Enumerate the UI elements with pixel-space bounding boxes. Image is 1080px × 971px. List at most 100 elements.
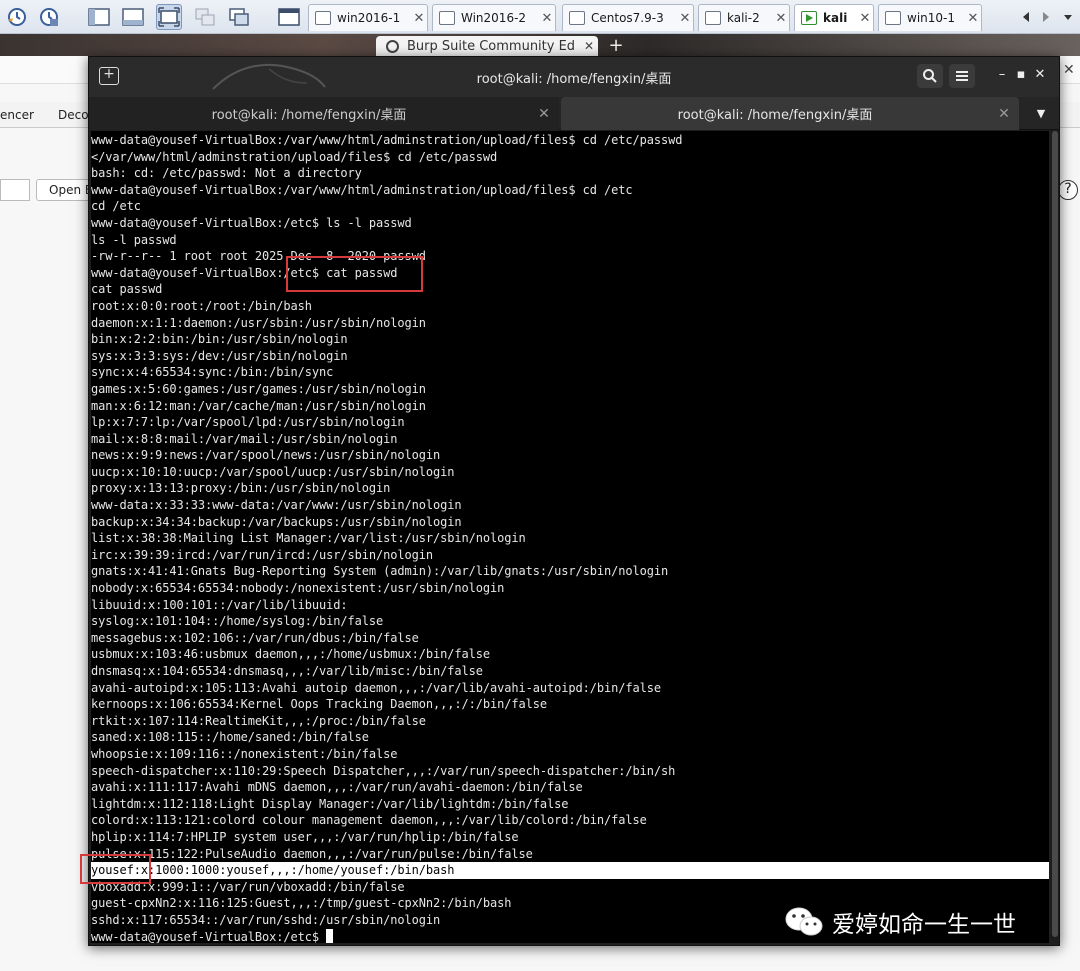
browser-tab-title: Burp Suite Community Ed <box>407 38 576 54</box>
vm-toolbar: win2016-1 ✕ Win2016-2 ✕ Centos7.9-3 ✕ ka… <box>0 0 1080 34</box>
terminal-line: ls -l passwd <box>91 232 177 247</box>
minimize-icon[interactable]: – <box>995 67 1009 85</box>
close-icon[interactable]: ✕ <box>411 11 427 26</box>
sidebar-toggle-icon[interactable] <box>86 4 112 30</box>
fullscreen-icon[interactable] <box>156 4 182 30</box>
terminal-line: irc:x:39:39:ircd:/var/run/ircd:/usr/sbin… <box>91 547 433 562</box>
vm-tab-label: Win2016-2 <box>461 11 527 25</box>
close-icon[interactable]: ✕ <box>529 106 559 122</box>
new-tab-button[interactable]: + <box>606 36 626 56</box>
terminal-line: syslog:x:101:104::/home/syslog:/bin/fals… <box>91 614 384 629</box>
terminal-line: list:x:38:38:Mailing List Manager:/var/l… <box>91 531 526 546</box>
close-icon[interactable]: ✕ <box>539 11 555 26</box>
terminal-line: games:x:5:60:games:/usr/games:/usr/sbin/… <box>91 381 426 396</box>
terminal-tabbar: root@kali: /home/fengxin/桌面 ✕ root@kali:… <box>89 97 1059 130</box>
annotation-box-cat-passwd <box>286 256 423 292</box>
terminal-line: whoopsie:x:109:116::/nonexistent:/bin/fa… <box>91 746 398 761</box>
vm-running-icon <box>801 11 817 25</box>
terminal-line: hplip:x:114:7:HPLIP system user,,,:/var/… <box>91 829 519 844</box>
terminal-line: www-data@yousef-VirtualBox:/etc$ cat pas… <box>91 265 398 280</box>
close-icon[interactable]: ✕ <box>677 11 693 26</box>
terminal-line: sys:x:3:3:sys:/dev:/usr/sbin/nologin <box>91 348 348 363</box>
terminal-line: bash: cd: /etc/passwd: Not a directory <box>91 166 362 181</box>
vm-tab-centos[interactable]: Centos7.9-3 ✕ <box>562 4 694 31</box>
close-icon[interactable]: ✕ <box>580 39 598 53</box>
terminal-line: bin:x:2:2:bin:/bin:/usr/sbin/nologin <box>91 332 348 347</box>
terminal-line: lightdm:x:112:118:Light Display Manager:… <box>91 796 569 811</box>
close-icon[interactable]: ✕ <box>857 11 873 26</box>
terminal-line: mail:x:8:8:mail:/var/mail:/usr/sbin/nolo… <box>91 431 398 446</box>
console-view-icon[interactable] <box>226 4 252 30</box>
terminal-line: proxy:x:13:13:proxy:/bin:/usr/sbin/nolog… <box>91 481 391 496</box>
maximize-icon[interactable]: ▪ <box>1014 67 1028 85</box>
terminal-tab-2[interactable]: root@kali: /home/fengxin/桌面 ✕ <box>561 97 1019 130</box>
terminal-line: avahi-autoipd:x:105:113:Avahi autoip dae… <box>91 680 661 695</box>
terminal-line: sync:x:4:65534:sync:/bin:/bin/sync <box>91 365 334 380</box>
terminal-line: www-data@yousef-VirtualBox:/etc$ ls -l p… <box>91 215 412 230</box>
hamburger-menu-icon[interactable] <box>949 64 975 88</box>
terminal-line: news:x:9:9:news:/var/spool/news:/usr/sbi… <box>91 448 441 463</box>
terminal-window: + root@kali: /home/fengxin/桌面 – ▪ ✕ root… <box>88 56 1060 946</box>
burp-text-input[interactable] <box>0 179 30 201</box>
thumbnail-bar-icon[interactable] <box>120 4 146 30</box>
terminal-line: avahi:x:111:117:Avahi mDNS daemon,,,:/va… <box>91 780 583 795</box>
vm-tab-label: kali <box>823 11 848 25</box>
terminal-line: uucp:x:10:10:uucp:/var/spool/uucp:/usr/s… <box>91 464 455 479</box>
tab-list-dropdown-icon[interactable]: ▼ <box>1033 107 1049 121</box>
watermark-text: 爱婷如命一生一世 <box>832 912 1016 938</box>
terminal-scrollbar[interactable] <box>1051 131 1059 943</box>
close-icon[interactable]: ✕ <box>989 106 1019 122</box>
search-icon[interactable] <box>917 64 943 88</box>
terminal-output[interactable]: www-data@yousef-VirtualBox:/var/www/html… <box>91 131 1049 943</box>
close-icon[interactable]: ✕ <box>1033 67 1047 85</box>
vm-tab-label: win2016-1 <box>337 11 401 25</box>
globe-icon <box>386 39 399 53</box>
scroll-left-icon[interactable] <box>1018 4 1034 30</box>
snapshot-manager-icon[interactable] <box>36 4 62 30</box>
terminal-line: messagebus:x:102:106::/var/run/dbus:/bin… <box>91 630 419 645</box>
wechat-icon <box>785 907 823 936</box>
snapshot-revert-icon[interactable] <box>4 4 30 30</box>
vm-tab-label: Centos7.9-3 <box>591 11 664 25</box>
scrollbar-thumb[interactable] <box>1052 131 1058 937</box>
vm-icon <box>569 11 585 25</box>
vm-tab-kali[interactable]: kali ✕ <box>794 4 874 31</box>
tab-decoder[interactable]: Deco <box>58 108 89 122</box>
library-icon[interactable] <box>276 4 302 30</box>
close-icon[interactable]: ✕ <box>1063 62 1075 78</box>
help-icon[interactable]: ? <box>1058 180 1078 200</box>
close-icon[interactable]: ✕ <box>773 11 789 26</box>
terminal-cursor <box>326 928 334 943</box>
close-icon[interactable]: ✕ <box>965 11 981 26</box>
terminal-line: usbmux:x:103:46:usbmux daemon,,,:/home/u… <box>91 647 490 662</box>
terminal-line: man:x:6:12:man:/var/cache/man:/usr/sbin/… <box>91 398 426 413</box>
terminal-line: www-data@yousef-VirtualBox:/var/www/html… <box>91 182 633 197</box>
vm-tab-win2016-1[interactable]: win2016-1 ✕ <box>308 4 428 31</box>
terminal-line: colord:x:113:121:colord colour managemen… <box>91 813 647 828</box>
terminal-line: cat passwd <box>91 282 163 297</box>
vm-tab-win10-1[interactable]: win10-1 ✕ <box>878 4 982 31</box>
terminal-tab-1[interactable]: root@kali: /home/fengxin/桌面 ✕ <box>89 97 559 130</box>
open-browser-button[interactable]: Open B <box>36 179 96 201</box>
terminal-line: </var/www/html/adminstration/upload/file… <box>91 149 498 164</box>
terminal-line: pulse:x:115:122:PulseAudio daemon,,,:/va… <box>91 846 533 861</box>
tab-sequencer[interactable]: encer <box>0 108 34 122</box>
terminal-line: -rw-r--r-- 1 root root 2025 Dec 8 2020 p… <box>91 249 426 264</box>
kali-dragon-logo <box>212 63 326 90</box>
terminal-line: backup:x:34:34:backup:/var/backups:/usr/… <box>91 514 462 529</box>
browser-tab-burp[interactable]: Burp Suite Community Ed ✕ <box>376 36 598 56</box>
terminal-line: gnats:x:41:41:Gnats Bug-Reporting System… <box>91 564 669 579</box>
annotation-box-yousef <box>80 854 151 884</box>
vm-tab-win2016-2[interactable]: Win2016-2 ✕ <box>432 4 556 31</box>
vm-icon <box>439 11 455 25</box>
vm-icon <box>315 11 331 25</box>
terminal-line: yousef:x:1000:1000:yousef,,,:/home/youse… <box>91 862 1049 879</box>
terminal-line: root:x:0:0:root:/root:/bin/bash <box>91 298 312 313</box>
scroll-right-icon[interactable] <box>1038 4 1054 30</box>
terminal-line: www-data@yousef-VirtualBox:/var/www/html… <box>91 133 683 147</box>
vm-tab-kali-2[interactable]: kali-2 ✕ <box>698 4 790 31</box>
unity-icon[interactable] <box>192 4 218 30</box>
tabs-dropdown-icon[interactable] <box>1060 4 1076 30</box>
terminal-tab-label: root@kali: /home/fengxin/桌面 <box>211 108 407 123</box>
terminal-line: vboxadd:x:999:1::/var/run/vboxadd:/bin/f… <box>91 879 405 894</box>
